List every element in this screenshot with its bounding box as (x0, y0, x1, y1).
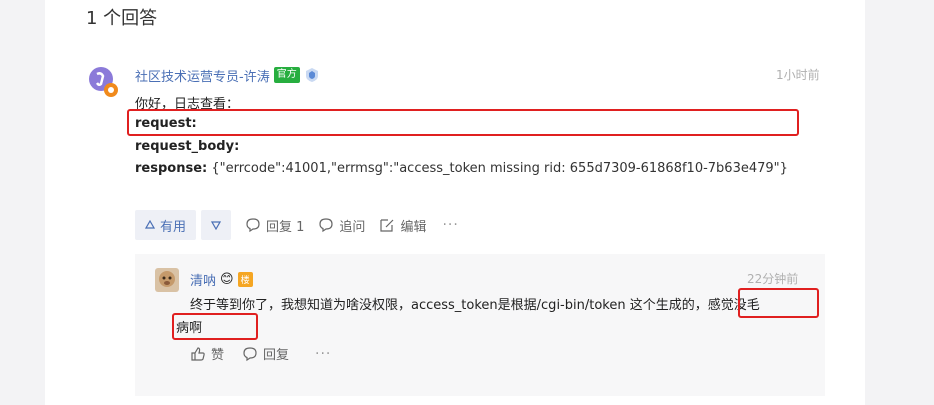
comment-icon (245, 217, 261, 233)
reply-avatar[interactable] (155, 268, 179, 292)
like-label[interactable]: 赞 (211, 344, 224, 363)
edit-label: 编辑 (400, 219, 427, 235)
author-row: 社区技术运营专员-许涛 官方 (135, 66, 320, 85)
comment-icon[interactable] (242, 346, 258, 362)
reply-action[interactable]: 回复 1 (245, 216, 304, 235)
downvote-button[interactable] (201, 210, 232, 240)
upvote-button[interactable]: 有用 (135, 210, 197, 240)
highlight-box-request (127, 109, 799, 136)
triangle-up-icon (145, 220, 155, 230)
edit-action[interactable]: 编辑 (379, 216, 426, 235)
official-badge: 官方 (273, 67, 300, 83)
comment-icon (318, 217, 334, 233)
more-icon[interactable]: ··· (442, 217, 458, 233)
reply-actions: 赞 回复 ··· (190, 344, 331, 363)
response-label: response: (135, 161, 208, 176)
reply-action-label[interactable]: 回复 (263, 344, 289, 363)
followup-action[interactable]: 追问 (318, 216, 365, 235)
reply-label: 回复 1 (266, 219, 305, 235)
highlight-box-reply-1 (738, 288, 819, 318)
triangle-down-icon (211, 220, 222, 230)
response-value: {"errcode":41001,"errmsg":"access_token … (207, 161, 788, 176)
more-icon[interactable]: ··· (315, 346, 331, 362)
highlight-box-reply-2 (172, 313, 258, 340)
edit-icon (379, 217, 395, 233)
answer-time: 1小时前 (776, 68, 820, 82)
answer-line-response: response: {"errcode":41001,"errmsg":"acc… (135, 161, 788, 176)
upvote-label: 有用 (160, 219, 187, 235)
reply-time: 22分钟前 (747, 272, 799, 286)
author-name[interactable]: 社区技术运营专员-许涛 (135, 66, 270, 85)
reply-author-name[interactable]: 清呐 (190, 270, 216, 289)
answer-actions: 有用 回复 1 追问 编辑 ··· (135, 210, 459, 240)
author-avatar[interactable] (88, 66, 120, 98)
answer-line-request-body: request_body: (135, 139, 240, 154)
verified-shield-icon (304, 67, 320, 83)
answers-count: 1 个回答 (86, 8, 158, 29)
followup-label: 追问 (339, 219, 366, 235)
reply-head: 清呐 😊 楼 (190, 270, 253, 289)
thumbs-up-icon[interactable] (190, 346, 206, 362)
reply-text-line-1: 终于等到你了，我想知道为啥没权限，access_token是根据/cgi-bin… (190, 298, 760, 313)
floor-badge: 楼 (237, 272, 253, 287)
smile-emoji-icon: 😊 (220, 272, 234, 287)
